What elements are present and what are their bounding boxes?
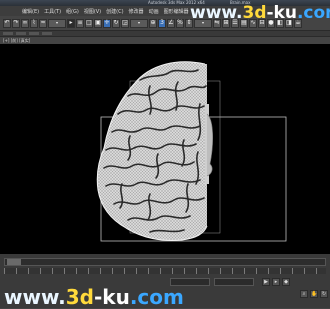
select-by-name-icon[interactable]: ≡	[76, 18, 84, 28]
unlink-icon[interactable]: ⌇	[30, 18, 38, 28]
viewport-front[interactable]	[0, 44, 330, 254]
watermark-top-overlay: www.3d-ku.com	[190, 3, 330, 23]
coord-y-field[interactable]	[214, 278, 254, 286]
window-crossing-icon[interactable]: ▣	[94, 18, 102, 28]
bind-icon[interactable]: ≈	[39, 18, 47, 28]
ribbon-tab[interactable]	[16, 32, 26, 35]
menu-item-group[interactable]: 组(G)	[66, 8, 79, 15]
ribbon-tab[interactable]	[29, 32, 39, 35]
snap-icon[interactable]: 3	[158, 18, 166, 28]
menu-item-tools[interactable]: 工具(T)	[44, 8, 61, 15]
time-slider-knob[interactable]	[7, 259, 21, 265]
menu-item-graph-editors[interactable]: 图形编辑器	[164, 8, 189, 15]
play-icon[interactable]: ▶	[262, 278, 270, 286]
scale-icon[interactable]: ◲	[121, 18, 129, 28]
reference-dropdown[interactable]: ▾	[130, 18, 148, 28]
viewport-canvas	[95, 56, 287, 246]
ribbon-tab[interactable]	[42, 32, 52, 35]
redo-icon[interactable]: ↷	[12, 18, 20, 28]
ribbon-strip	[0, 31, 330, 37]
region-select-icon[interactable]: □	[85, 18, 93, 28]
rotate-icon[interactable]: ↻	[112, 18, 120, 28]
watermark-bottom: www.3d-ku.com	[4, 285, 184, 309]
move-icon[interactable]: ✛	[103, 18, 111, 28]
next-frame-icon[interactable]: ▸	[272, 278, 280, 286]
menu-item-animation[interactable]: 动画	[149, 8, 159, 15]
menu-item-views[interactable]: 视图(V)	[84, 8, 101, 15]
link-icon[interactable]: ∞	[21, 18, 29, 28]
menu-item-modifiers[interactable]: 修改器	[129, 8, 144, 15]
select-icon[interactable]: ▸	[67, 18, 75, 28]
pan-icon[interactable]: ✋	[310, 290, 318, 298]
ribbon-tab[interactable]	[3, 32, 13, 35]
undo-icon[interactable]: ↶	[3, 18, 11, 28]
angle-snap-icon[interactable]: ∠	[167, 18, 175, 28]
filter-dropdown[interactable]: ▾	[48, 18, 66, 28]
percent-snap-icon[interactable]: %	[176, 18, 184, 28]
brain-model[interactable]	[95, 56, 213, 246]
menu-item-edit[interactable]: 编辑(E)	[22, 8, 39, 15]
orbit-icon[interactable]: ↻	[320, 290, 328, 298]
timeline-ruler[interactable]	[4, 268, 326, 274]
key-mode-icon[interactable]: ◆	[282, 278, 290, 286]
menu-item-create[interactable]: 创建(C)	[106, 8, 123, 15]
time-slider[interactable]	[4, 258, 326, 266]
zoom-icon[interactable]: ⌕	[300, 290, 308, 298]
pivot-icon[interactable]: ⊕	[149, 18, 157, 28]
status-bar: ▶ ▸ ◆ ⌕ ✋ ↻ www.3d-ku.com	[0, 254, 330, 309]
